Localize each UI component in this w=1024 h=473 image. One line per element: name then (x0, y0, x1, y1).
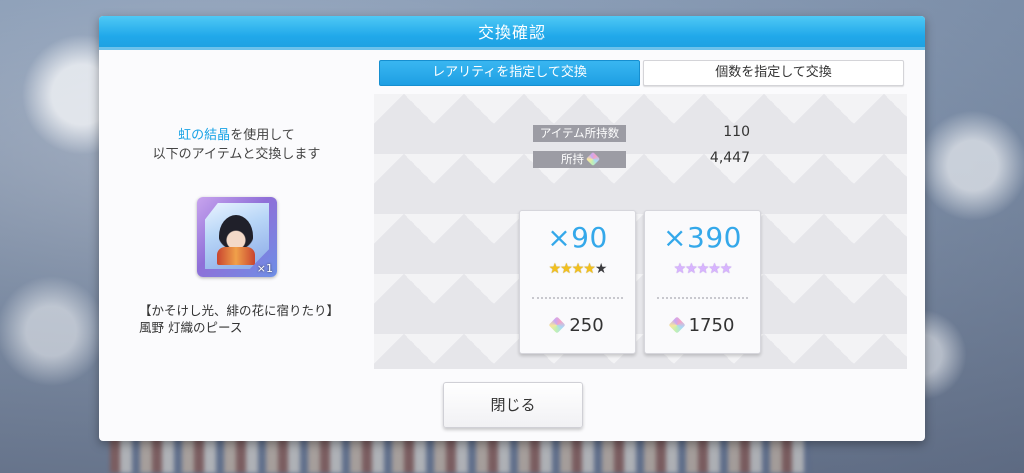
option-cost: 250 (520, 315, 635, 336)
item-name-line2: 風野 灯織のピース (139, 320, 243, 335)
exchange-options-panel: アイテム所持数 110 所持 4,447 ×90 ★★★★★ 250 ×390 … (374, 94, 907, 369)
tab-by-quantity[interactable]: 個数を指定して交換 (643, 60, 904, 86)
owned-items-label: アイテム所持数 (533, 125, 626, 142)
option-multiplier: ×390 (663, 221, 742, 254)
star-icon: ★ (708, 261, 721, 277)
exchange-option-card[interactable]: ×90 ★★★★★ 250 (519, 210, 636, 354)
currency-name: 虹の結晶 (178, 128, 231, 143)
star-empty-icon: ★ (594, 261, 608, 277)
item-quantity-badge: ×1 (256, 262, 273, 275)
option-multiplier: ×90 (547, 221, 608, 254)
owned-currency-value: 4,447 (709, 150, 750, 166)
star-icon: ★ (696, 261, 710, 277)
option-cost-value: 1750 (688, 315, 735, 336)
owned-currency-label-box: 所持 (533, 151, 626, 168)
piece-icon: ×1 (197, 197, 277, 277)
rarity-stars: ★★★★★ (645, 261, 760, 277)
exchange-confirm-dialog: 交換確認 虹の結晶を使用して 以下のアイテムと交換します ×1 【かそけし光、緋… (99, 16, 925, 441)
item-name-line1: 【かそけし光、緋の花に宿りたり】 (139, 303, 340, 318)
rainbow-crystal-icon (668, 316, 686, 334)
star-icon: ★ (548, 261, 562, 277)
option-cost-value: 250 (569, 315, 604, 336)
exchange-description: 虹の結晶を使用して 以下のアイテムと交換します (99, 126, 374, 164)
star-icon: ★ (571, 261, 585, 277)
rainbow-crystal-icon (585, 151, 601, 167)
rarity-stars: ★★★★★ (520, 261, 635, 277)
owned-currency-label: 所持 (561, 152, 584, 166)
divider (657, 297, 748, 299)
exchange-option-card[interactable]: ×390 ★★★★★ 1750 (644, 210, 761, 354)
star-icon: ★ (673, 261, 687, 277)
description-line2: 以下のアイテムと交換します (152, 147, 321, 162)
item-info-panel: 虹の結晶を使用して 以下のアイテムと交換します ×1 【かそけし光、緋の花に宿り… (99, 50, 374, 441)
tab-by-rarity[interactable]: レアリティを指定して交換 (379, 60, 640, 86)
character-outfit (217, 247, 255, 265)
item-name: 【かそけし光、緋の花に宿りたり】 風野 灯織のピース (139, 302, 369, 336)
description-line1: を使用して (230, 128, 295, 143)
star-icon: ★ (685, 261, 698, 277)
close-button[interactable]: 閉じる (443, 382, 583, 428)
star-icon: ★ (560, 261, 573, 277)
star-icon: ★ (719, 261, 733, 277)
divider (532, 297, 623, 299)
rainbow-crystal-icon (548, 316, 566, 334)
dialog-title: 交換確認 (99, 16, 925, 50)
owned-items-value: 110 (723, 124, 750, 140)
exchange-mode-tabs: レアリティを指定して交換 個数を指定して交換 (379, 60, 904, 86)
option-cost: 1750 (645, 315, 760, 336)
star-icon: ★ (583, 261, 596, 277)
